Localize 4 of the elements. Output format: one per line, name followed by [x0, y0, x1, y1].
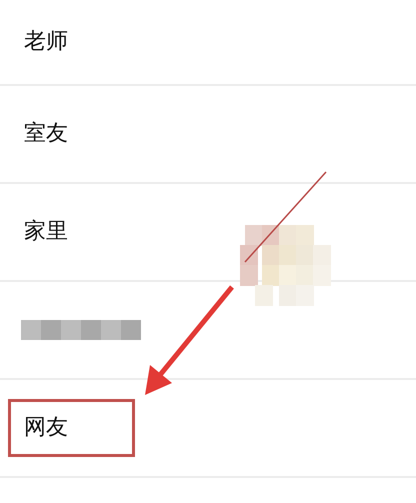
contact-group-item[interactable]: 家里: [8, 203, 135, 261]
contact-group-item[interactable]: 室友: [8, 105, 135, 163]
contact-group-item[interactable]: 老师: [8, 13, 135, 71]
contact-group-item[interactable]: 网友: [8, 399, 135, 457]
